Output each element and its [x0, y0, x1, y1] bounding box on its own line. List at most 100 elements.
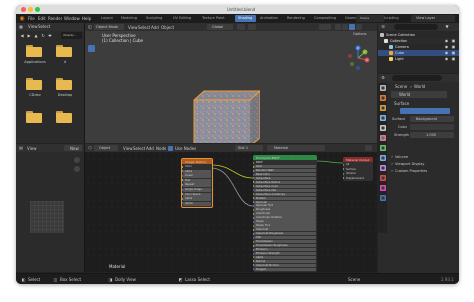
scale-tool-icon[interactable] — [88, 81, 95, 88]
node-socket-row[interactable]: Displacement — [343, 177, 372, 181]
view-layer-selector[interactable]: View Layer — [411, 15, 455, 22]
filter-icon[interactable]: ▼ — [444, 24, 450, 30]
node-socket-row[interactable]: Transmission — [253, 240, 316, 244]
world-datablock-field[interactable]: World — [391, 91, 447, 98]
orientation-dropdown[interactable]: Global — [207, 24, 233, 30]
node-socket[interactable] — [253, 216, 254, 219]
particles-tab-icon[interactable] — [379, 165, 386, 171]
node-socket[interactable] — [253, 165, 254, 168]
node-socket[interactable] — [253, 232, 254, 235]
pan-icon[interactable] — [361, 83, 369, 91]
visibility-eye-icon[interactable]: ◉ — [444, 45, 449, 50]
node-socket-row[interactable]: Subsurface Radius — [253, 180, 316, 185]
node-socket-row[interactable]: Emission Strength — [253, 251, 316, 256]
image-grid-preview[interactable] — [30, 201, 64, 233]
render-camera-icon[interactable]: ▣ — [451, 57, 456, 62]
node-socket-row[interactable]: Repeat — [182, 183, 211, 188]
node-socket-row[interactable]: Tangent — [253, 267, 316, 271]
back-arrow-icon[interactable]: ◀ — [19, 32, 25, 39]
node-socket-row[interactable]: Clearcoat Normal — [253, 263, 316, 268]
surface-panel-header[interactable]: Surface — [394, 101, 409, 106]
scene-tab-icon[interactable] — [379, 125, 386, 131]
node-socket[interactable] — [253, 205, 254, 208]
use-nodes-button[interactable] — [400, 108, 450, 114]
node-socket-row[interactable]: Color Space — [182, 192, 211, 197]
node-socket-row[interactable]: Clearcoat Roughness — [253, 232, 316, 236]
tool-tab-icon[interactable] — [379, 85, 386, 91]
menu-help[interactable]: Help — [82, 16, 91, 21]
shading-wire[interactable] — [335, 24, 341, 30]
zoom-traffic-light[interactable] — [35, 7, 40, 12]
image-view-menu[interactable]: View — [27, 146, 37, 151]
node-socket-row[interactable]: Emission — [253, 247, 316, 252]
render-camera-icon[interactable]: ▣ — [451, 39, 456, 44]
node-socket[interactable] — [182, 202, 183, 205]
physics-tab-icon[interactable] — [379, 175, 386, 181]
node-socket[interactable] — [253, 169, 254, 172]
folder-item[interactable] — [52, 109, 78, 139]
node-socket-row[interactable]: Linear — [182, 174, 211, 179]
node-socket-row[interactable]: Subsurface Anisotropy — [253, 192, 316, 196]
view-layer-tab-icon[interactable] — [379, 115, 386, 121]
folder-item[interactable] — [22, 109, 48, 139]
node-socket-row[interactable]: Vector — [182, 201, 211, 206]
workspace-tab-animation[interactable]: Animation — [257, 15, 283, 22]
node-socket-row[interactable]: Sheen Tint — [253, 224, 316, 228]
folder-item[interactable]: Applications — [22, 43, 48, 73]
zoom-icon[interactable] — [74, 157, 80, 163]
node-socket-row[interactable]: Flat — [182, 178, 211, 183]
proportional-toggle[interactable] — [248, 24, 256, 30]
node-socket-row[interactable]: Alpha — [182, 169, 211, 174]
viewport-add-menu[interactable]: Add — [151, 25, 159, 30]
node-socket-row[interactable]: Specular — [253, 200, 316, 204]
node-socket[interactable] — [253, 252, 254, 255]
node-socket-row[interactable]: GGX — [253, 164, 316, 169]
node-socket-row[interactable]: Alpha — [253, 255, 316, 260]
overlay-toggle[interactable] — [319, 24, 331, 30]
node-socket[interactable] — [253, 213, 254, 216]
node-socket-row[interactable]: Random Walk — [253, 168, 316, 173]
node-socket[interactable] — [253, 248, 254, 251]
node-socket[interactable] — [182, 170, 183, 173]
properties-section-viewport-display[interactable]: › Viewport Display — [390, 161, 456, 167]
node-socket[interactable] — [343, 163, 344, 166]
new-folder-icon[interactable]: ✚ — [47, 32, 53, 39]
select-tool-icon[interactable] — [88, 45, 95, 52]
editor-type-icon[interactable]: ▦ — [18, 24, 24, 30]
node-socket[interactable] — [253, 209, 254, 212]
workspace-tab-shading[interactable]: Shading — [235, 15, 256, 22]
editor-type-icon[interactable]: ◱ — [87, 24, 93, 30]
minimize-traffic-light[interactable] — [28, 7, 33, 12]
zoom-icon[interactable] — [361, 73, 369, 81]
node-socket-row[interactable]: Anisotropic Rotation — [253, 216, 316, 220]
viewport-options[interactable]: Options — [353, 32, 367, 37]
shading-material[interactable] — [349, 24, 355, 30]
node-socket[interactable] — [253, 181, 254, 184]
workspace-tab-modeling[interactable]: Modeling — [118, 15, 142, 22]
navigation-gizmo[interactable]: X Y Z — [345, 45, 371, 71]
shading-solid[interactable] — [342, 24, 348, 30]
node-socket-row[interactable]: IOR — [253, 236, 316, 240]
node-socket[interactable] — [253, 240, 254, 243]
viewport-object-menu[interactable]: Object — [161, 25, 174, 30]
node-socket[interactable] — [182, 184, 183, 187]
menu-window[interactable]: Window — [64, 16, 80, 21]
path-field[interactable]: /Users/... — [61, 32, 82, 39]
node-socket-row[interactable]: Alpha — [182, 197, 211, 202]
workspace-tab-compositing[interactable]: Compositing — [311, 15, 341, 22]
principled-bsdf-node[interactable]: Principled BSDF BSDF GGX Random Walk Base C… — [253, 155, 317, 272]
node-socket-row[interactable]: Anisotropic — [253, 212, 316, 216]
snap-toggle[interactable] — [237, 24, 245, 30]
workspace-tab-layout[interactable]: Layout — [98, 15, 117, 22]
node-socket[interactable] — [182, 193, 183, 196]
world-color-swatch[interactable] — [410, 124, 454, 130]
node-socket[interactable] — [253, 228, 254, 231]
node-socket[interactable] — [253, 177, 254, 180]
properties-section-custom-properties[interactable]: › Custom Properties — [390, 168, 456, 174]
new-image-button[interactable]: New — [64, 145, 82, 151]
node-socket[interactable] — [253, 161, 254, 164]
rotate-tool-icon[interactable] — [88, 72, 95, 79]
properties-section-volume[interactable]: › Volume — [390, 154, 456, 160]
menu-file[interactable]: File — [28, 16, 35, 21]
folder-item[interactable]: CDdev — [22, 76, 48, 106]
